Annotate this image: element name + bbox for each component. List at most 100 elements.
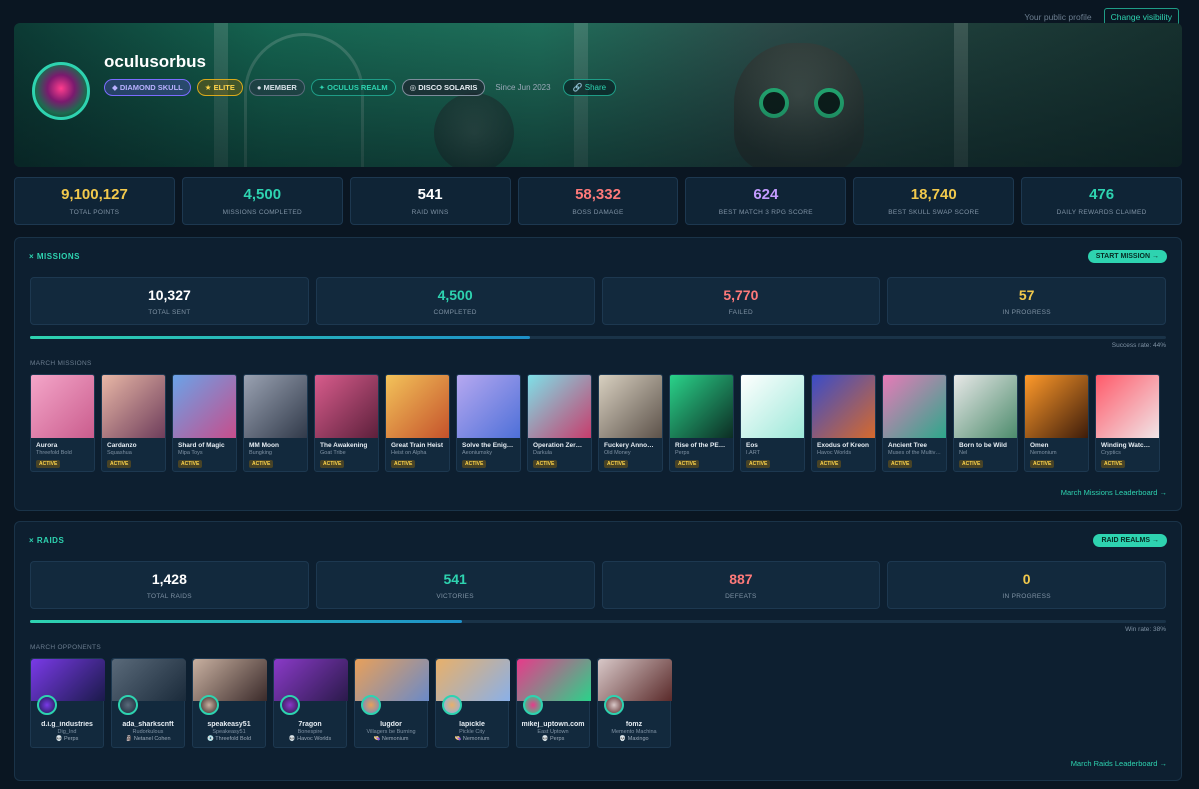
mission-card[interactable]: Cardanzo Squashua ACTIVE bbox=[101, 374, 166, 472]
status-badge: ACTIVE bbox=[320, 460, 345, 468]
opponent-cards: d.i.g_industries Dig_Ind 💀 Perps ada_sharks… bbox=[30, 658, 672, 748]
status-badge: ACTIVE bbox=[36, 460, 61, 468]
kpi-card: 4,500 COMPLETED bbox=[315, 277, 595, 325]
mission-card[interactable]: MM Moon Bungking ACTIVE bbox=[243, 374, 308, 472]
mission-project: Nemonium bbox=[1030, 450, 1057, 456]
mission-card[interactable]: Aurora Threefold Bold ACTIVE bbox=[30, 374, 95, 472]
raids-kpis: 1,428 TOTAL RAIDS 541 VICTORIES 887 DEFEATS 0 I… bbox=[30, 561, 1166, 609]
opponent-project: Villagers be Burning bbox=[366, 729, 416, 735]
status-badge: ACTIVE bbox=[888, 460, 913, 468]
missions-leaderboard-link[interactable]: March Missions Leaderboard → bbox=[1061, 488, 1167, 497]
mission-card[interactable]: Great Train Heist Heist on Alpha ACTIVE bbox=[385, 374, 450, 472]
mission-image bbox=[812, 375, 875, 438]
opponent-name: d.i.g_industries bbox=[41, 721, 93, 728]
opponent-name: ada_sharkscnft bbox=[122, 721, 174, 728]
mission-card[interactable]: Omen Nemonium ACTIVE bbox=[1024, 374, 1089, 472]
opponent-banner bbox=[274, 659, 348, 701]
opponent-card[interactable]: mikej_uptown.com East Uptown 💀 Perps bbox=[516, 658, 591, 748]
opponent-project: East Uptown bbox=[537, 729, 569, 735]
kpi-card: 1,428 TOTAL RAIDS bbox=[30, 561, 309, 609]
opponent-card[interactable]: speakeasy51 Speakeasy51 💿 Threefold Bold bbox=[192, 658, 267, 748]
raids-leaderboard-link[interactable]: March Raids Leaderboard → bbox=[1071, 759, 1167, 768]
stat-label: MISSIONS COMPLETED bbox=[222, 209, 303, 216]
mission-card[interactable]: Solve the Enigma Aeoniumsky ACTIVE bbox=[456, 374, 521, 472]
share-button[interactable]: 🔗 Share bbox=[562, 79, 617, 96]
mission-title: MM Moon bbox=[249, 442, 279, 449]
mission-card[interactable]: Born to be Wild Nel ACTIVE bbox=[953, 374, 1018, 472]
mission-project: Nel bbox=[959, 450, 968, 456]
march-opponents-label: MARCH OPPONENTS bbox=[30, 644, 101, 651]
stat-card: 9,100,127 TOTAL POINTS bbox=[14, 177, 175, 225]
mission-project: Havoc Worlds bbox=[817, 450, 852, 456]
mission-image bbox=[31, 375, 94, 438]
status-badge: ACTIVE bbox=[817, 460, 842, 468]
kpi-label: TOTAL RAIDS bbox=[146, 593, 192, 600]
mission-card[interactable]: Rise of the PERPS Perps ACTIVE bbox=[669, 374, 734, 472]
mission-title: Ancient Tree bbox=[888, 442, 928, 449]
avatar bbox=[280, 695, 300, 715]
mission-card[interactable]: Winding Watchers Cryptics ACTIVE bbox=[1095, 374, 1160, 472]
kpi-label: IN PROGRESS bbox=[1002, 309, 1051, 316]
link-icon: 🔗 bbox=[572, 83, 585, 92]
avatar bbox=[118, 695, 138, 715]
mission-project: I.ART bbox=[746, 450, 760, 456]
avatar bbox=[523, 695, 543, 715]
opponent-card[interactable]: lapickle Pickle City 👒 Nemonium bbox=[435, 658, 510, 748]
status-badge: ACTIVE bbox=[107, 460, 132, 468]
mission-title: The Awakening bbox=[320, 442, 368, 449]
raids-win-fill bbox=[30, 620, 462, 623]
mission-card[interactable]: Eos I.ART ACTIVE bbox=[740, 374, 805, 472]
stat-card: 18,740 BEST SKULL SWAP SCORE bbox=[853, 177, 1015, 225]
opponent-card[interactable]: 7ragon Bonespire 💀 Havoc Worlds bbox=[273, 658, 348, 748]
stat-value: 541 bbox=[417, 186, 443, 203]
mission-image bbox=[1096, 375, 1159, 438]
mission-card[interactable]: Ancient Tree Muses of the Multiverse ACTIV… bbox=[882, 374, 947, 472]
kpi-label: COMPLETED bbox=[433, 309, 477, 316]
stat-value: 58,332 bbox=[575, 186, 621, 203]
mission-cards: Aurora Threefold Bold ACTIVE Cardanzo Squash… bbox=[30, 374, 1160, 472]
mission-project: Aeoniumsky bbox=[462, 450, 492, 456]
opponent-card[interactable]: lugdor Villagers be Burning 👒 Nemonium bbox=[354, 658, 429, 748]
opponent-name: 7ragon bbox=[298, 721, 322, 728]
opponent-project: Rudorkulous bbox=[132, 729, 164, 735]
stat-card: 58,332 BOSS DAMAGE bbox=[517, 177, 679, 225]
kpi-value: 541 bbox=[443, 571, 467, 587]
opponent-project: Speakeasy51 bbox=[212, 729, 246, 735]
mission-title: Solve the Enigma bbox=[462, 442, 517, 449]
mission-card[interactable]: Fuckery Announced Old Money ACTIVE bbox=[598, 374, 663, 472]
kpi-value: 5,770 bbox=[723, 287, 759, 303]
opponent-card[interactable]: fomz Memento Machina 💀 Maxingo bbox=[597, 658, 672, 748]
opponent-card[interactable]: ada_sharkscnft Rudorkulous 🗿 Netanel Cohen bbox=[111, 658, 186, 748]
raids-win-rate: Win rate: 38% bbox=[1125, 626, 1166, 633]
mission-project: Muses of the Multiverse bbox=[888, 450, 946, 456]
opponent-card[interactable]: d.i.g_industries Dig_Ind 💀 Perps bbox=[30, 658, 105, 748]
badge-disco-solaris: ◎ DISCO SOLARIS bbox=[401, 79, 486, 96]
mission-card[interactable]: Shard of Magic Mipa Toys ACTIVE bbox=[172, 374, 237, 472]
raids-title: × RAIDS bbox=[29, 536, 65, 545]
mission-card[interactable]: Exodus of Kreon Havoc Worlds ACTIVE bbox=[811, 374, 876, 472]
stat-card: 4,500 MISSIONS COMPLETED bbox=[181, 177, 343, 225]
kpi-value: 10,327 bbox=[147, 287, 191, 303]
status-badge: ACTIVE bbox=[391, 460, 416, 468]
opponent-realm: 💿 Threefold Bold bbox=[206, 736, 252, 742]
mission-image bbox=[883, 375, 946, 438]
kpi-label: DEFEATS bbox=[725, 593, 757, 600]
opponent-banner bbox=[517, 659, 591, 701]
stat-value: 4,500 bbox=[243, 186, 282, 203]
opponent-banner bbox=[112, 659, 186, 701]
kpi-card: 887 DEFEATS bbox=[601, 561, 881, 609]
mission-image bbox=[670, 375, 733, 438]
mission-card[interactable]: The Awakening Goat Tribe ACTIVE bbox=[314, 374, 379, 472]
avatar bbox=[32, 62, 90, 120]
mission-card[interactable]: Operation Zero Sec Darkula ACTIVE bbox=[527, 374, 592, 472]
mission-title: Shard of Magic bbox=[178, 442, 225, 449]
opponent-realm: 💀 Havoc Worlds bbox=[288, 736, 332, 742]
opponent-name: mikej_uptown.com bbox=[521, 721, 585, 728]
stat-card: 541 RAID WINS bbox=[349, 177, 511, 225]
start-mission-button[interactable]: START MISSION → bbox=[1087, 250, 1167, 263]
stat-label: DAILY REWARDS CLAIMED bbox=[1056, 209, 1147, 216]
kpi-card: 0 IN PROGRESS bbox=[887, 561, 1166, 609]
stat-label: BEST MATCH 3 RPG SCORE bbox=[718, 209, 813, 216]
raid-realms-button[interactable]: RAID REALMS → bbox=[1093, 534, 1167, 547]
mission-title: Born to be Wild bbox=[959, 442, 1007, 449]
